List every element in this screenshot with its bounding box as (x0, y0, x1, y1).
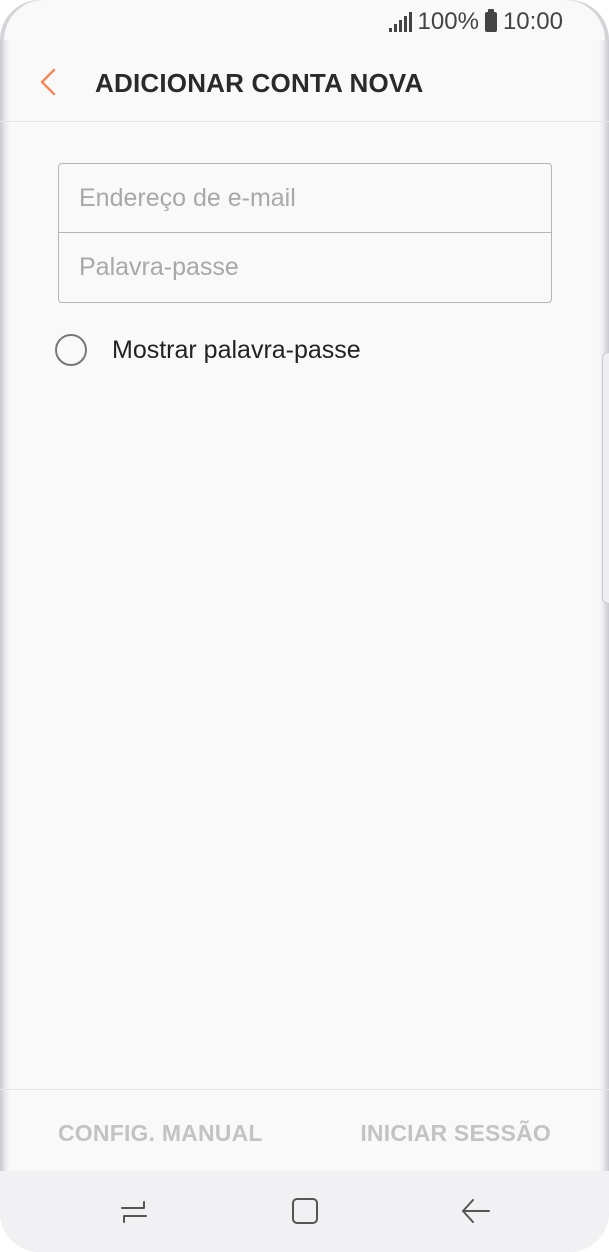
action-bar: CONFIG. MANUAL INICIAR SESSÃO (0, 1089, 609, 1172)
recent-apps-button[interactable] (116, 1193, 152, 1229)
sign-in-button[interactable]: INICIAR SESSÃO (360, 1120, 551, 1147)
clock: 10:00 (502, 8, 563, 35)
screen-edge-left (0, 40, 10, 1210)
manual-setup-button[interactable]: CONFIG. MANUAL (58, 1120, 263, 1147)
show-password-label: Mostrar palavra-passe (112, 335, 361, 364)
status-bar: 100% 10:00 (0, 0, 609, 44)
show-password-toggle[interactable]: Mostrar palavra-passe (55, 334, 361, 366)
battery-percentage: 100% (417, 8, 479, 35)
page-title: ADICIONAR CONTA NOVA (95, 68, 424, 98)
navigation-bar (0, 1171, 609, 1252)
battery-icon (484, 9, 497, 32)
edge-panel-handle[interactable] (602, 352, 609, 604)
screen-edge-right (599, 40, 609, 1210)
app-bar: ADICIONAR CONTA NOVA (0, 44, 609, 122)
signal-icon (388, 12, 412, 32)
recent-apps-icon (121, 1201, 147, 1223)
login-form (58, 163, 552, 303)
chevron-left-icon (40, 68, 56, 96)
status-indicators: 100% 10:00 (388, 8, 563, 36)
show-password-checkbox[interactable] (55, 334, 87, 366)
phone-screen: 100% 10:00 ADICIONAR CONTA NOVA Mostrar … (0, 0, 609, 1252)
back-arrow-icon (462, 1199, 490, 1223)
password-field[interactable] (59, 233, 551, 302)
nav-back-button[interactable] (457, 1193, 493, 1229)
email-field[interactable] (59, 164, 551, 233)
home-icon (292, 1198, 318, 1224)
home-button[interactable] (287, 1193, 323, 1229)
back-button[interactable] (28, 62, 68, 102)
